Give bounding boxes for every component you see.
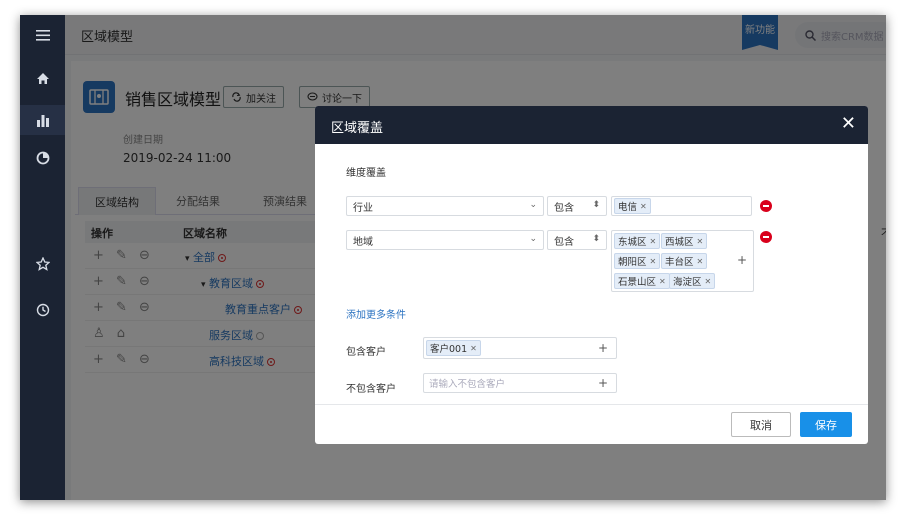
tag-remove-icon[interactable]: ✕: [650, 237, 657, 246]
exclude-customers-input[interactable]: 请输入不包含客户 +: [423, 373, 617, 393]
history-icon[interactable]: [20, 295, 65, 325]
tag-remove-icon[interactable]: ✕: [650, 257, 657, 266]
tag-remove-icon[interactable]: ✕: [659, 277, 666, 286]
pie-icon[interactable]: [20, 143, 65, 173]
chevron-down-icon: ⌄: [529, 200, 537, 210]
tag-chip[interactable]: 电信 ✕: [614, 198, 651, 214]
tag-label: 客户001: [430, 344, 468, 355]
tag-chip[interactable]: 东城区 ✕: [614, 233, 661, 249]
exclude-customers-label: 不包含客户: [346, 384, 396, 395]
industry-tag-input[interactable]: 电信 ✕: [611, 196, 752, 216]
tag-remove-icon[interactable]: ✕: [470, 344, 477, 353]
select-value: 地域: [353, 236, 373, 248]
select-value: 包含: [554, 236, 574, 248]
left-nav: [20, 15, 65, 500]
app-window: 区域模型 新功能 搜索CRM数据 销售区域模型 加关注 讨论一下 创建日期 20…: [20, 15, 886, 500]
menu-icon[interactable]: [20, 20, 65, 50]
include-customers-input[interactable]: 客户001 ✕ +: [423, 337, 617, 359]
tag-remove-icon[interactable]: ✕: [640, 202, 647, 211]
add-more-conditions-link[interactable]: 添加更多条件: [346, 306, 406, 321]
home-icon[interactable]: [20, 63, 65, 93]
tag-label: 朝阳区: [618, 257, 647, 268]
industry-field-select[interactable]: 行业 ⌄: [346, 196, 544, 216]
operator-select[interactable]: 包含 ⬍: [547, 230, 607, 250]
chart-icon[interactable]: [20, 105, 65, 135]
include-customers-label: 包含客户: [346, 347, 386, 358]
dialog-body: 维度覆盖 行业 ⌄ 包含 ⬍ 电信 ✕ 地域 ⌄ 包含 ⬍ 东城区 ✕ 西城区 …: [315, 144, 868, 404]
dialog-footer: 取消 保存: [315, 404, 868, 444]
region-tag-input[interactable]: 东城区 ✕ 西城区 ✕ 朝阳区 ✕ 丰台区 ✕ 石景山区 ✕ 海淀区 ✕ +: [611, 230, 754, 292]
dialog-header: 区域覆盖 ✕: [315, 106, 868, 144]
add-customer-icon[interactable]: +: [598, 376, 608, 390]
region-field-select[interactable]: 地域 ⌄: [346, 230, 544, 250]
tag-label: 石景山区: [618, 277, 657, 288]
tag-chip[interactable]: 西城区 ✕: [661, 233, 708, 249]
tag-chip[interactable]: 石景山区 ✕: [614, 273, 670, 289]
tag-chip[interactable]: 海淀区 ✕: [669, 273, 716, 289]
close-icon[interactable]: ✕: [841, 113, 856, 134]
tag-remove-icon[interactable]: ✕: [705, 277, 712, 286]
tag-chip[interactable]: 朝阳区 ✕: [614, 253, 661, 269]
tag-chip[interactable]: 客户001 ✕: [426, 340, 481, 356]
tag-remove-icon[interactable]: ✕: [697, 237, 704, 246]
remove-condition-icon[interactable]: [760, 231, 772, 243]
dimension-section-label: 维度覆盖: [346, 168, 386, 179]
tag-label: 丰台区: [665, 257, 694, 268]
select-value: 行业: [353, 202, 373, 214]
add-customer-icon[interactable]: +: [598, 341, 608, 355]
tag-remove-icon[interactable]: ✕: [697, 257, 704, 266]
tag-label: 西城区: [665, 237, 694, 248]
tag-chip[interactable]: 丰台区 ✕: [661, 253, 708, 269]
region-coverage-dialog: 区域覆盖 ✕ 维度覆盖 行业 ⌄ 包含 ⬍ 电信 ✕ 地域 ⌄ 包含 ⬍ 东城区…: [315, 106, 868, 444]
star-icon[interactable]: [20, 249, 65, 279]
dialog-title: 区域覆盖: [331, 121, 384, 136]
select-value: 包含: [554, 202, 574, 214]
chevron-down-icon: ⌄: [529, 234, 537, 244]
tag-label: 海淀区: [673, 277, 702, 288]
tag-label: 电信: [618, 202, 638, 213]
tag-label: 东城区: [618, 237, 647, 248]
add-tag-icon[interactable]: +: [737, 253, 747, 267]
remove-condition-icon[interactable]: [760, 200, 772, 212]
updown-icon: ⬍: [592, 234, 600, 244]
cancel-button[interactable]: 取消: [731, 412, 791, 437]
save-button[interactable]: 保存: [800, 412, 852, 437]
exclude-placeholder: 请输入不包含客户: [429, 379, 506, 390]
updown-icon: ⬍: [592, 200, 600, 210]
operator-select[interactable]: 包含 ⬍: [547, 196, 607, 216]
